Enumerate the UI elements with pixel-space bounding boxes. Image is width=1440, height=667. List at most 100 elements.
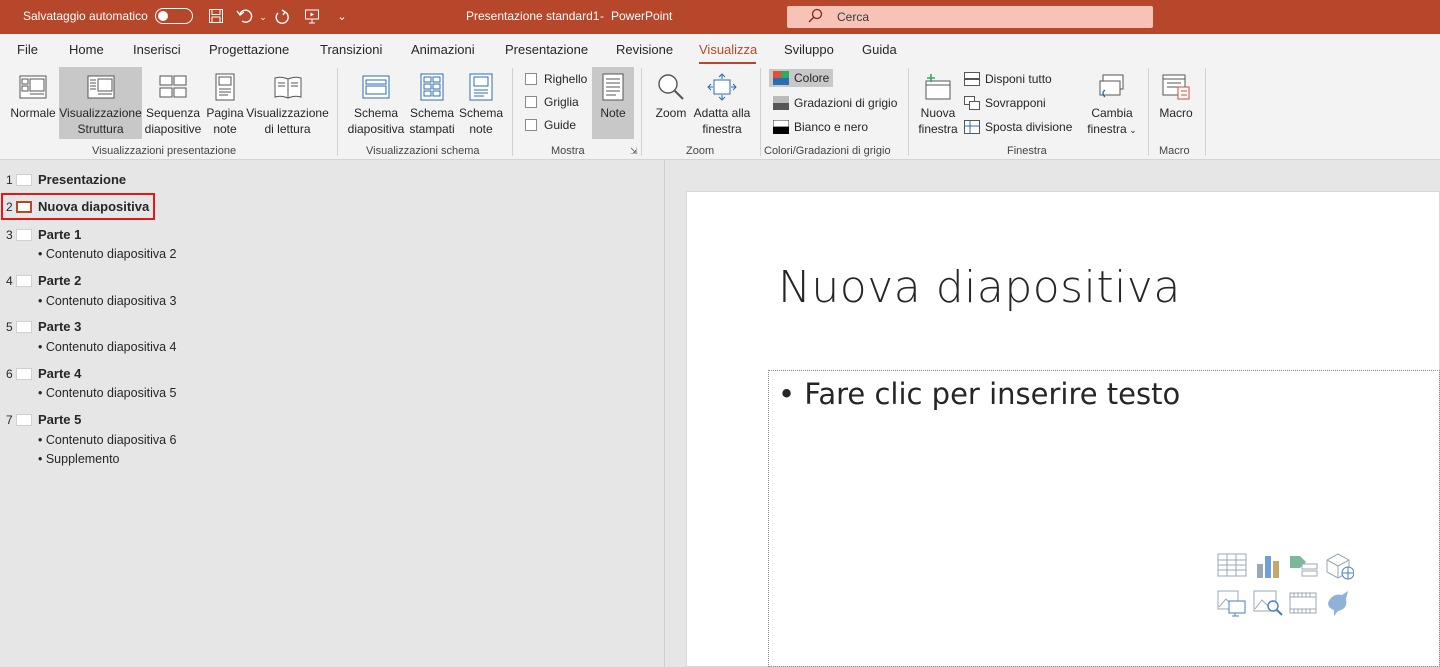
notes-master-label-2: note	[469, 122, 493, 136]
fit-label-1: Adatta alla	[693, 106, 751, 120]
tab-help[interactable]: Guida	[862, 42, 897, 57]
slide-master-button[interactable]: Schema diapositiva	[345, 67, 407, 139]
outline-slide-5[interactable]: 5 Parte 3	[0, 317, 300, 337]
insert-stock-images-icon[interactable]	[1253, 589, 1283, 617]
autosave-toggle[interactable]	[155, 8, 193, 24]
arrange-all-button[interactable]: Disponi tutto	[964, 72, 1052, 86]
slide-sorter-button[interactable]: Sequenza diapositive	[143, 67, 203, 139]
gridlines-checkbox[interactable]: Griglia	[525, 95, 579, 109]
tab-transitions[interactable]: Transizioni	[320, 42, 382, 57]
zoom-button[interactable]: Zoom	[650, 67, 692, 139]
slide-number: 5	[6, 320, 13, 334]
black-white-icon	[773, 120, 789, 134]
insert-icons-icon[interactable]	[1324, 589, 1354, 617]
cascade-button[interactable]: Sovrapponi	[964, 96, 1046, 110]
outline-view-button[interactable]: Visualizzazione Struttura	[59, 67, 142, 139]
outline-slide-6[interactable]: 6 Parte 4	[0, 364, 300, 384]
handout-master-label-2: stampati	[409, 122, 455, 136]
switch-window-button[interactable]: Cambia finestra ⌄	[1082, 67, 1142, 139]
group-master-views: Visualizzazioni schema	[366, 145, 480, 157]
slide-title[interactable]: Parte 5	[38, 412, 81, 427]
outline-slide-1[interactable]: 1 Presentazione	[0, 170, 300, 190]
tab-file[interactable]: File	[17, 42, 38, 57]
normal-view-icon	[19, 75, 47, 99]
insert-table-icon[interactable]	[1217, 552, 1247, 580]
insert-3d-model-icon[interactable]	[1324, 552, 1354, 580]
outline-slide-7[interactable]: 7 Parte 5	[0, 410, 300, 430]
color-button[interactable]: Colore	[769, 69, 834, 87]
grayscale-button[interactable]: Gradazioni di grigio	[773, 96, 897, 110]
notes-icon	[602, 73, 624, 101]
notes-toggle-button[interactable]: Note	[592, 67, 634, 139]
slide-thumbnail-icon	[16, 174, 32, 186]
slide-title-text[interactable]: Nuova diapositiva	[778, 262, 1181, 313]
outline-view-label-1: Visualizzazione	[59, 106, 142, 120]
notes-page-button[interactable]: Pagina note	[204, 67, 246, 139]
tab-slideshow[interactable]: Presentazione	[505, 42, 588, 57]
customize-toolbar-icon[interactable]: ⌄	[333, 8, 351, 26]
macro-button[interactable]: Macro	[1155, 67, 1197, 139]
autosave-label: Salvataggio automatico	[23, 9, 148, 23]
slide-title[interactable]: Parte 1	[38, 227, 81, 242]
slide-bullet[interactable]: • Contenuto diapositiva 6	[38, 433, 177, 447]
cascade-icon	[964, 96, 980, 110]
group-macros: Macro	[1159, 145, 1190, 157]
tab-developer[interactable]: Sviluppo	[784, 42, 834, 57]
search-box[interactable]: Cerca	[787, 6, 1153, 28]
ruler-checkbox[interactable]: Righello	[525, 72, 587, 86]
outline-slide-4[interactable]: 4 Parte 2	[0, 271, 300, 291]
outline-slide-3[interactable]: 3 Parte 1	[0, 225, 300, 245]
move-split-button[interactable]: Sposta divisione	[964, 120, 1072, 134]
insert-video-icon[interactable]	[1288, 589, 1318, 617]
present-from-start-icon[interactable]	[303, 8, 321, 26]
slide-bullet[interactable]: • Contenuto diapositiva 2	[38, 247, 177, 261]
insert-chart-icon[interactable]	[1253, 552, 1283, 580]
tab-view[interactable]: Visualizza	[699, 42, 757, 57]
tab-insert[interactable]: Inserisci	[133, 42, 181, 57]
redo-icon[interactable]	[273, 8, 291, 26]
group-color: Colori/Gradazioni di grigio	[764, 145, 891, 157]
slide-number: 4	[6, 274, 13, 288]
fit-to-window-button[interactable]: Adatta alla finestra	[692, 67, 752, 139]
slide-title[interactable]: Parte 3	[38, 319, 81, 334]
group-window: Finestra	[1007, 145, 1047, 157]
guides-checkbox[interactable]: Guide	[525, 118, 576, 132]
slide-bullet[interactable]: • Contenuto diapositiva 4	[38, 340, 177, 354]
new-window-button[interactable]: Nuova finestra	[915, 67, 961, 139]
undo-icon[interactable]	[236, 8, 254, 26]
insert-picture-icon[interactable]	[1217, 589, 1247, 617]
normal-view-button[interactable]: Normale	[6, 67, 60, 139]
notes-master-button[interactable]: Schema note	[457, 67, 505, 139]
macro-label: Macro	[1159, 106, 1193, 120]
slide-sorter-label-1: Sequenza	[145, 106, 201, 120]
tab-design[interactable]: Progettazione	[209, 42, 289, 57]
slide-bullet[interactable]: • Contenuto diapositiva 3	[38, 294, 177, 308]
outline-pane[interactable]: 1 Presentazione 2 Nuova diapositiva 3 Pa…	[0, 160, 665, 667]
slide-title[interactable]: Parte 2	[38, 273, 81, 288]
slide-title[interactable]: Presentazione	[38, 172, 126, 187]
checkbox-box	[525, 119, 537, 131]
undo-dropdown-icon[interactable]: ⌄	[254, 8, 272, 26]
content-placeholder-text[interactable]: • Fare clic per inserire testo	[778, 377, 1180, 411]
tab-review[interactable]: Revisione	[616, 42, 673, 57]
black-white-button[interactable]: Bianco e nero	[773, 120, 868, 134]
insert-smartart-icon[interactable]	[1288, 552, 1318, 580]
handout-master-button[interactable]: Schema stampati	[408, 67, 456, 139]
move-split-label: Sposta divisione	[985, 120, 1073, 134]
tab-home[interactable]: Home	[69, 42, 104, 57]
outline-view-label-2: Struttura	[77, 122, 124, 136]
show-dialog-launcher-icon[interactable]: ⇲	[630, 146, 638, 157]
reading-view-button[interactable]: Visualizzazione di lettura	[246, 67, 329, 139]
handout-master-icon	[420, 73, 444, 101]
slide-bullet[interactable]: • Contenuto diapositiva 5	[38, 386, 177, 400]
ribbon: Normale Visualizzazione Struttura Sequen…	[0, 64, 1440, 160]
handout-master-label-1: Schema	[409, 106, 455, 120]
save-icon[interactable]	[207, 8, 225, 26]
search-icon	[807, 8, 823, 27]
arrange-all-label: Disponi tutto	[985, 72, 1052, 86]
tab-animations[interactable]: Animazioni	[411, 42, 475, 57]
new-window-icon	[925, 74, 951, 100]
slide-bullet[interactable]: • Supplemento	[38, 452, 120, 466]
slide-title[interactable]: Parte 4	[38, 366, 81, 381]
content-placeholder[interactable]	[768, 370, 1440, 667]
